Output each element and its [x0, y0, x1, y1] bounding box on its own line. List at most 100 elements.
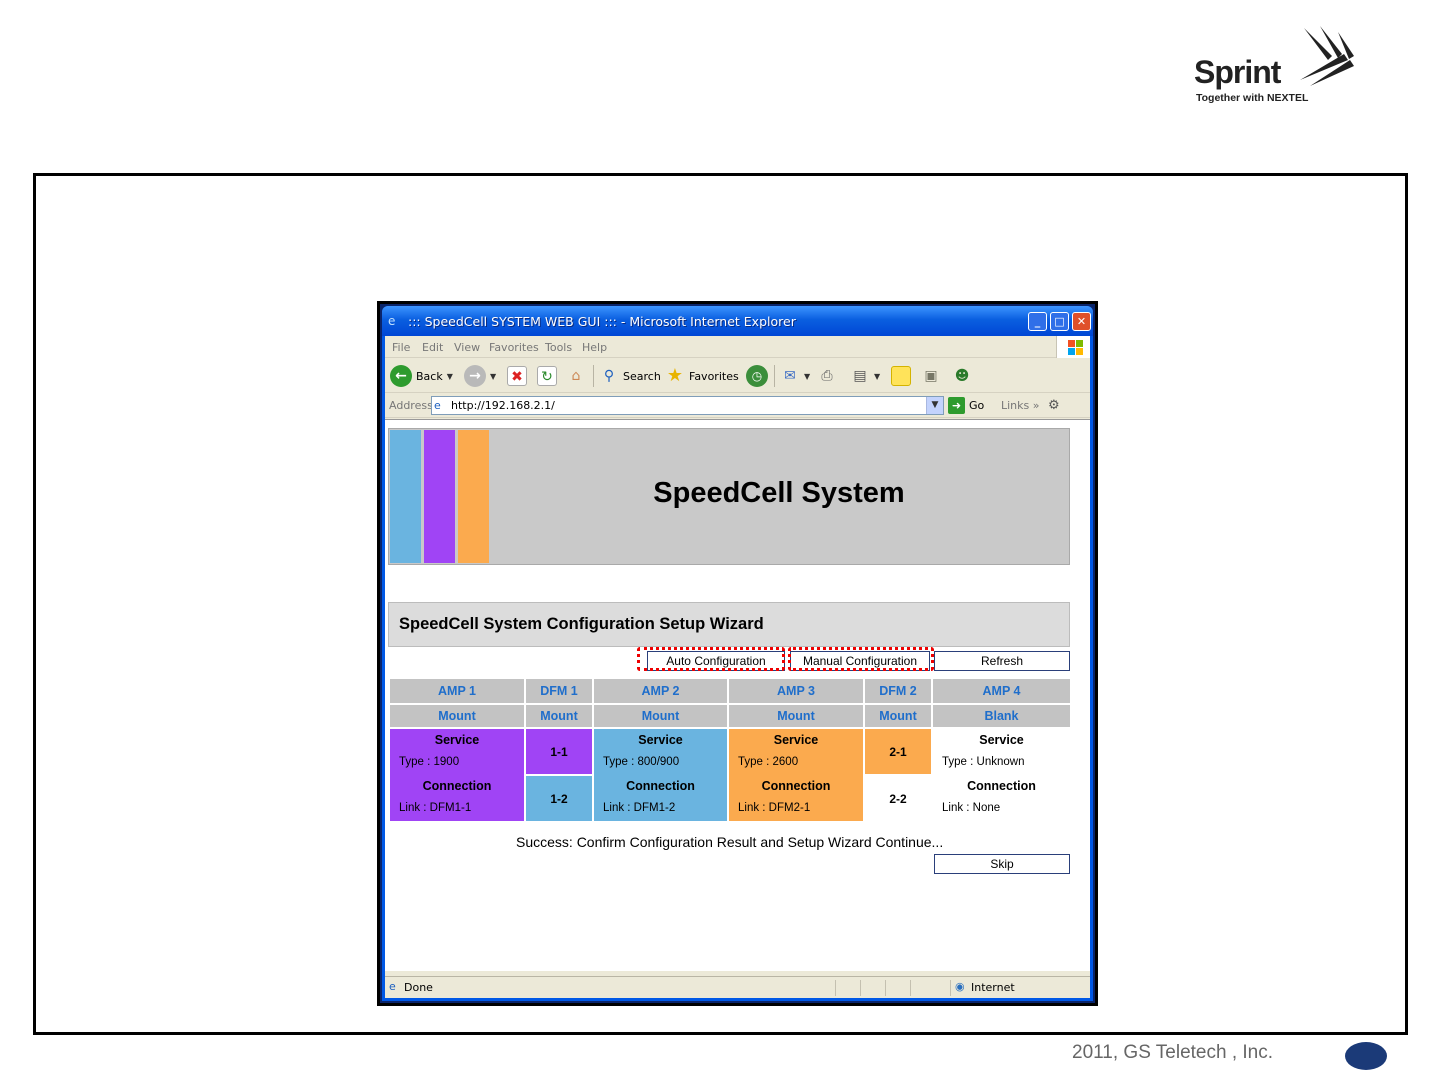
history-button[interactable]: ◷ [746, 364, 768, 388]
menu-file[interactable]: File [392, 341, 410, 354]
dfm1-port-1-1: 1-1 [524, 727, 594, 776]
sprint-wings-icon [1300, 26, 1354, 86]
amp3-service: Service [773, 733, 819, 747]
zone-label: Internet [971, 981, 1015, 994]
sprint-wordmark: Sprint [1194, 54, 1281, 90]
menu-tools[interactable]: Tools [545, 341, 572, 354]
extension-icon[interactable]: ⚙ [1048, 398, 1060, 413]
refresh-button[interactable]: Refresh [934, 651, 1070, 671]
menu-view[interactable]: View [454, 341, 480, 354]
col-header-dfm1: DFM 1 [524, 677, 594, 705]
amp2-cell: Service Type : 800/900 Connection Link :… [592, 727, 729, 823]
amp4-link: Link : None [942, 802, 1001, 814]
amp1-service: Service [434, 733, 480, 747]
zone-pane: ◉ Internet [950, 980, 1080, 996]
history-icon: ◷ [746, 365, 768, 387]
amp4-type: Type : Unknown [942, 756, 1025, 768]
col-header-amp1: AMP 1 [388, 677, 526, 705]
amp1-connection: Connection [422, 779, 492, 793]
amp3-type: Type : 2600 [738, 756, 799, 768]
home-icon: ⌂ [571, 368, 581, 384]
state-amp4: Blank [931, 703, 1072, 729]
address-input[interactable]: e http://192.168.2.1/ ▼ [431, 396, 944, 415]
title-bar[interactable]: e ::: SpeedCell SYSTEM WEB GUI ::: - Mic… [382, 306, 1093, 336]
amp4-cell: Service Type : Unknown Connection Link :… [931, 727, 1072, 823]
go-label: Go [969, 399, 985, 412]
col-header-dfm2: DFM 2 [863, 677, 933, 705]
windows-flag-icon [1056, 336, 1090, 358]
state-dfm2: Mount [863, 703, 933, 729]
web-viewport: SpeedCell System SpeedCell System Config… [385, 419, 1090, 971]
research-button[interactable]: ▣ [921, 364, 941, 388]
mail-button[interactable]: ✉ ▼ [780, 364, 810, 388]
amp2-type: Type : 800/900 [603, 756, 680, 768]
status-pane [910, 980, 950, 996]
messenger-button[interactable]: ☻ [952, 364, 972, 388]
minimize-button[interactable]: _ [1028, 312, 1047, 331]
links-label: Links [1001, 399, 1030, 412]
dfm1-port-1-2: 1-2 [524, 774, 594, 823]
address-bar: Address e http://192.168.2.1/ ▼ ➜ Go Lin… [385, 394, 1090, 418]
amp3-cell: Service Type : 2600 Connection Link : DF… [727, 727, 865, 823]
page-done-icon: e [389, 980, 396, 993]
close-button[interactable]: ✕ [1072, 312, 1091, 331]
amp2-service: Service [638, 733, 683, 747]
edit-button[interactable]: ▤ ▼ [850, 364, 880, 388]
dfm2-port-2-1: 2-1 [863, 727, 933, 776]
banner-title: SpeedCell System [653, 477, 905, 509]
star-icon: ★ [666, 365, 684, 386]
status-pane [885, 980, 910, 996]
ie-icon: e [388, 314, 396, 328]
slide: Sprint Together with NEXTEL e ::: SpeedC… [0, 0, 1436, 1078]
go-button[interactable]: ➜ Go [948, 397, 984, 414]
address-url: http://192.168.2.1/ [451, 399, 555, 412]
table-row: Service Type : 1900 Connection Link : DF… [388, 727, 1072, 823]
search-button[interactable]: ⚲ Search [599, 364, 661, 388]
chevron-down-icon[interactable]: ▼ [926, 397, 943, 414]
browser-window: e ::: SpeedCell SYSTEM WEB GUI ::: - Mic… [377, 301, 1098, 1006]
favorites-label: Favorites [689, 369, 739, 383]
stop-icon: ✖ [507, 366, 527, 386]
home-button[interactable]: ⌂ [566, 364, 586, 388]
state-amp3: Mount [727, 703, 865, 729]
dfm2-port-2-2: 2-2 [863, 774, 933, 823]
wizard-button-row: Auto Configuration Manual Configuration … [388, 647, 1070, 675]
toolbar: ← Back ▼ → ▼ ✖ ↻ ⌂ ⚲ Search ★ Favorites … [385, 359, 1090, 393]
table-header-row: AMP 1 DFM 1 AMP 2 AMP 3 DFM 2 AMP 4 [388, 677, 1072, 705]
amp1-type: Type : 1900 [399, 756, 460, 768]
amp1-cell: Service Type : 1900 Connection Link : DF… [388, 727, 526, 823]
ie-window: e ::: SpeedCell SYSTEM WEB GUI ::: - Mic… [382, 306, 1093, 1001]
amp3-link: Link : DFM2-1 [738, 802, 811, 814]
refresh-browser-button[interactable]: ↻ [537, 364, 557, 388]
discuss-button[interactable] [891, 364, 911, 388]
menu-bar: File Edit View Favorites Tools Help [385, 336, 1090, 358]
state-amp2: Mount [592, 703, 729, 729]
back-arrow-icon: ← [390, 365, 412, 387]
menu-help[interactable]: Help [582, 341, 607, 354]
links-button[interactable]: Links » [1001, 399, 1040, 412]
stop-button[interactable]: ✖ [507, 364, 527, 388]
success-message: Success: Confirm Configuration Result an… [516, 834, 944, 850]
maximize-button[interactable]: □ [1050, 312, 1069, 331]
dropdown-arrow-icon: ▼ [446, 371, 453, 381]
printer-icon: ⎙ [821, 368, 833, 384]
forward-arrow-icon: → [464, 365, 486, 387]
note-icon [891, 366, 911, 386]
favorites-button[interactable]: ★ Favorites [665, 364, 739, 388]
print-button[interactable]: ⎙ [817, 364, 837, 388]
dropdown-arrow-icon: ▼ [804, 371, 811, 381]
amp4-service: Service [979, 733, 1024, 747]
amp2-link: Link : DFM1-2 [603, 802, 676, 814]
menu-edit[interactable]: Edit [422, 341, 443, 354]
state-amp1: Mount [388, 703, 526, 729]
skip-button[interactable]: Skip [934, 854, 1070, 874]
footer-copyright: 2011, GS Teletech , Inc. [1072, 1042, 1274, 1063]
menu-favorites[interactable]: Favorites [489, 341, 539, 354]
dropdown-arrow-icon: ▼ [490, 371, 497, 381]
manual-config-highlight [788, 647, 934, 671]
wizard-title: SpeedCell System Configuration Setup Wiz… [399, 615, 764, 633]
forward-button[interactable]: → ▼ [464, 364, 496, 388]
wizard-header: SpeedCell System Configuration Setup Wiz… [388, 602, 1070, 647]
back-button[interactable]: ← Back ▼ [390, 364, 453, 388]
globe-icon: ◉ [955, 980, 965, 993]
